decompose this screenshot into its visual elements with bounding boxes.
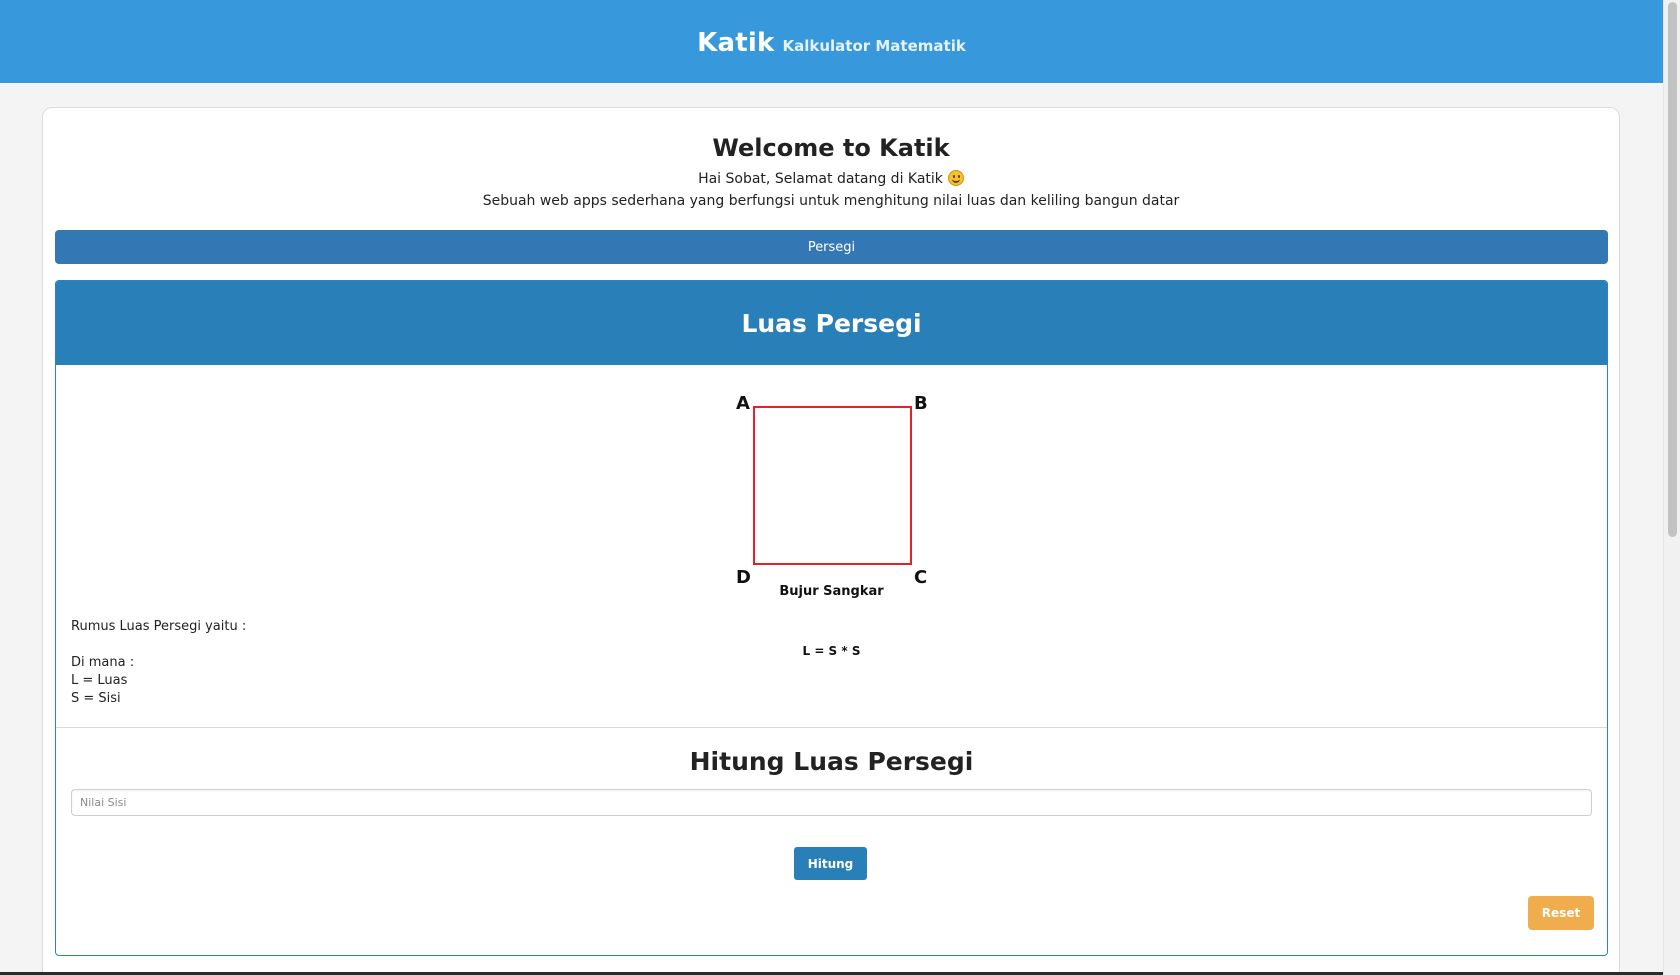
square-figure: A B D C Bujur Sangkar: [56, 365, 1607, 605]
hitung-button[interactable]: Hitung: [794, 847, 867, 880]
welcome-section: Welcome to Katik Hai Sobat, Selamat data…: [43, 108, 1619, 209]
page: Katik Kalkulator Matematik Welcome to Ka…: [0, 0, 1663, 975]
browser-viewport: Katik Kalkulator Matematik Welcome to Ka…: [0, 0, 1680, 975]
vertex-b-label: B: [914, 393, 928, 414]
side-value-input[interactable]: [71, 789, 1592, 816]
section-divider: [56, 727, 1607, 728]
smiling-face-icon: [947, 170, 964, 186]
formula-intro: Rumus Luas Persegi yaitu :: [71, 619, 247, 634]
formula-expression: L = S * S: [802, 644, 861, 658]
formula-l-definition: L = Luas: [71, 673, 128, 688]
hitung-title: Hitung Luas Persegi: [689, 747, 974, 776]
calculator-card: Luas Persegi A B D C Bujur Sangkar Rumus…: [55, 280, 1608, 956]
welcome-greeting-text: Hai Sobat, Selamat datang di Katik: [698, 171, 943, 187]
formula-s-definition: S = Sisi: [71, 691, 121, 706]
vertex-a-label: A: [736, 393, 750, 414]
vertical-scrollbar[interactable]: [1663, 0, 1680, 975]
square-shape: [753, 406, 912, 565]
calculator-title: Luas Persegi: [56, 281, 1607, 365]
scrollbar-thumb[interactable]: [1668, 2, 1677, 537]
figure-caption: Bujur Sangkar: [779, 584, 884, 599]
reset-button[interactable]: Reset: [1528, 896, 1594, 930]
welcome-description: Sebuah web apps sederhana yang berfungsi…: [482, 193, 1180, 209]
main-card: Welcome to Katik Hai Sobat, Selamat data…: [42, 107, 1620, 975]
formula-explanation: Rumus Luas Persegi yaitu : Di mana : L =…: [71, 618, 246, 708]
tab-persegi[interactable]: Persegi: [55, 230, 1608, 264]
top-navbar: Katik Kalkulator Matematik: [0, 0, 1663, 83]
welcome-title: Welcome to Katik: [712, 134, 950, 162]
brand-subtitle: Kalkulator Matematik: [782, 36, 966, 55]
brand-logo[interactable]: Katik: [697, 28, 774, 58]
welcome-greeting: Hai Sobat, Selamat datang di Katik: [43, 170, 1619, 187]
